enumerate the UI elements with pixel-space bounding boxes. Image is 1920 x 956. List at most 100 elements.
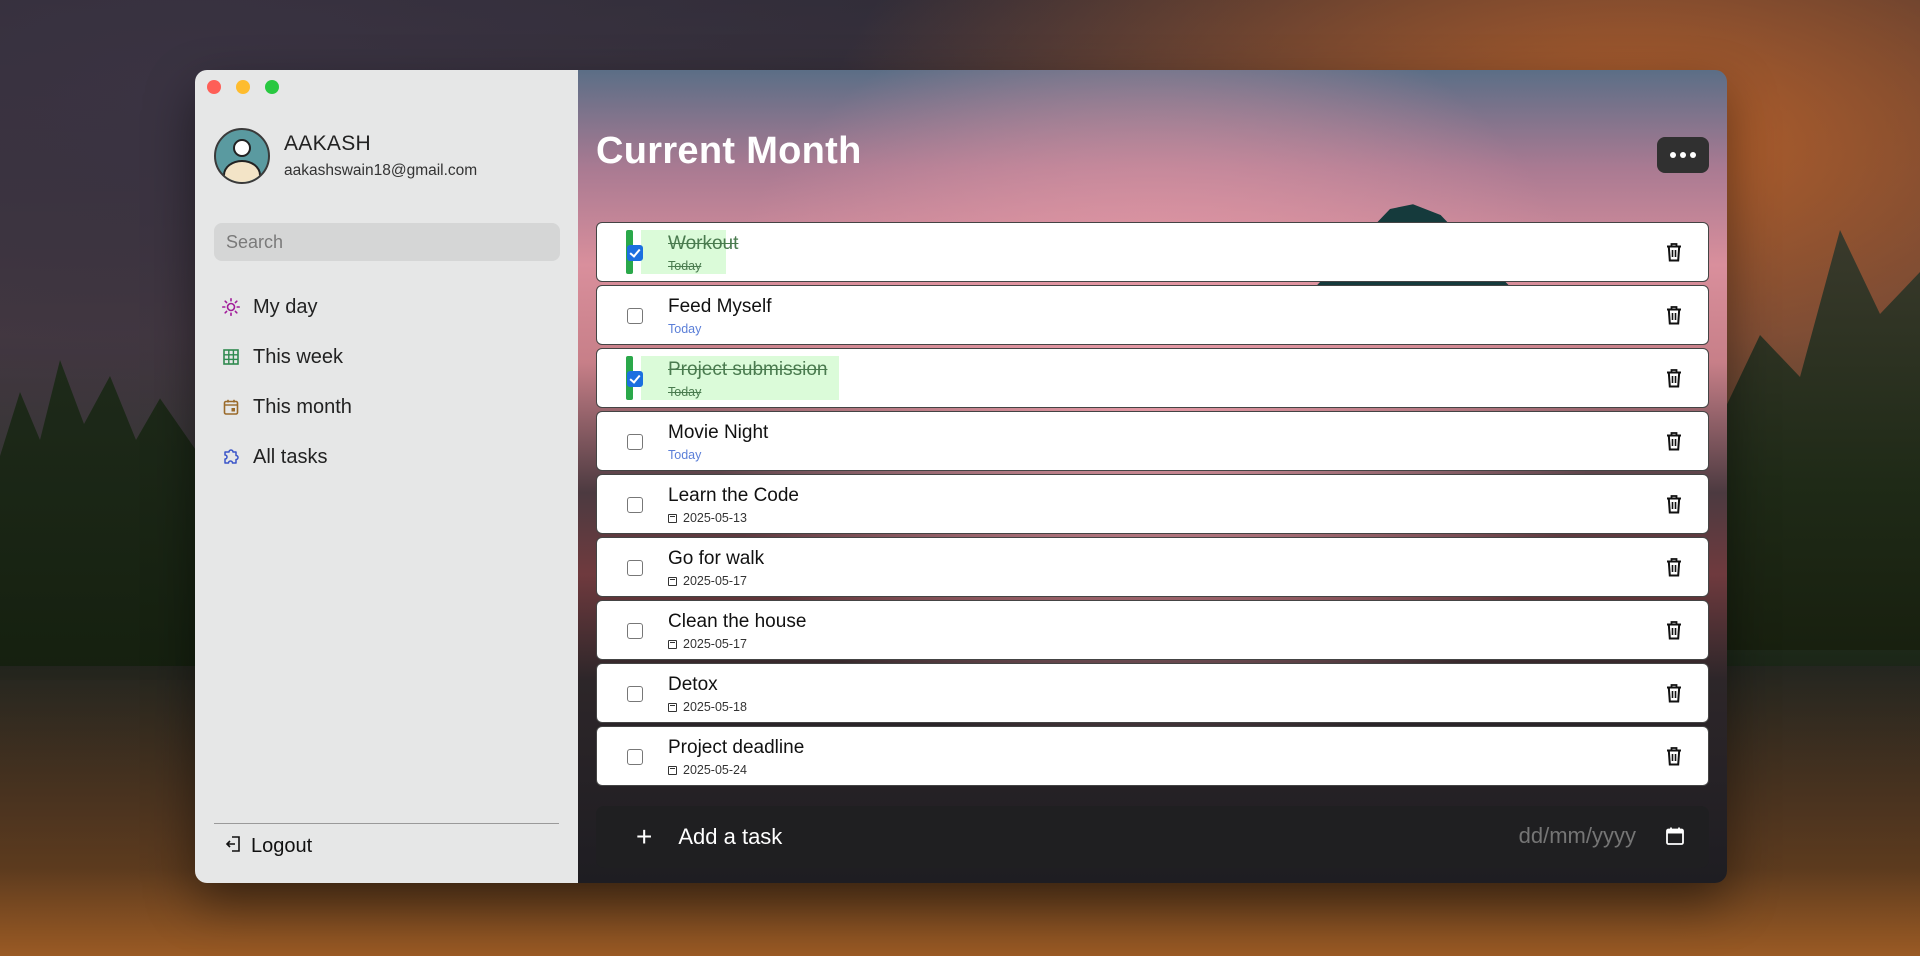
puzzle-icon [221,447,241,467]
task-row[interactable]: Clean the house 2025-05-17 [596,600,1709,660]
sidebar-nav: My day This week This month All tasks [221,282,352,482]
delete-task-trash-icon[interactable] [1665,431,1683,451]
task-due: Today [668,259,701,273]
task-row[interactable]: Detox 2025-05-18 [596,663,1709,723]
add-task-bar: + Add a task [596,806,1709,868]
task-checkbox[interactable] [627,623,643,639]
task-row[interactable]: Learn the Code 2025-05-13 [596,474,1709,534]
profile-email: aakashswain18@gmail.com [284,162,478,179]
task-due: 2025-05-18 [668,700,747,714]
desktop-wallpaper-trees-right [1720,230,1920,650]
task-checkbox[interactable] [627,371,643,387]
calendar-icon [668,639,677,649]
task-checkbox[interactable] [627,434,643,450]
task-due: Today [668,385,701,399]
search-input[interactable] [214,223,560,261]
task-title: Learn the Code [668,485,799,506]
sidebar-item-this-week[interactable]: This week [221,332,352,382]
task-title: Go for walk [668,548,765,569]
task-due: Today [668,322,701,336]
task-due-text: Today [668,259,702,273]
delete-task-trash-icon[interactable] [1665,494,1683,514]
sidebar-item-this-month[interactable]: This month [221,382,352,432]
window-controls [207,80,279,94]
task-checkbox[interactable] [627,308,643,324]
task-row[interactable]: Project deadline 2025-05-24 [596,726,1709,786]
task-checkbox[interactable] [627,560,643,576]
task-title: Clean the house [668,611,807,632]
sidebar-divider [214,823,559,824]
main-panel: Current Month Workout Today Feed Myself Tod… [578,70,1727,883]
page-title: Current Month [596,130,862,172]
task-due: 2025-05-17 [668,637,747,651]
task-due-text: Today [668,385,702,399]
sidebar-item-label: All tasks [253,445,328,468]
sidebar: AAKASH aakashswain18@gmail.com Search My… [195,70,578,883]
sidebar-item-label: This week [253,345,344,368]
delete-task-trash-icon[interactable] [1665,368,1683,388]
task-due-text: 2025-05-17 [683,574,747,588]
logout-icon [225,835,243,858]
calendar-icon [221,397,241,417]
task-title: Project deadline [668,737,805,758]
task-title: Workout [668,233,739,254]
user-profile: AAKASH aakashswain18@gmail.com [214,128,477,184]
sidebar-item-label: This month [253,395,352,418]
grid-icon [221,347,241,367]
delete-task-trash-icon[interactable] [1665,557,1683,577]
task-row[interactable]: Feed Myself Today [596,285,1709,345]
task-due: Today [668,448,701,462]
due-date-input[interactable] [1474,822,1638,850]
more-options-button[interactable] [1657,137,1709,173]
task-due-text: 2025-05-17 [683,637,747,651]
app-window: AAKASH aakashswain18@gmail.com Search My… [195,70,1727,883]
delete-task-trash-icon[interactable] [1665,746,1683,766]
task-checkbox[interactable] [627,497,643,513]
maximize-window-button[interactable] [265,80,279,94]
ellipsis-icon [1670,152,1676,158]
task-due-text: 2025-05-18 [683,700,747,714]
task-due: 2025-05-13 [668,511,747,525]
task-checkbox[interactable] [627,686,643,702]
close-window-button[interactable] [207,80,221,94]
task-due-text: Today [668,448,702,462]
profile-text: AAKASH aakashswain18@gmail.com [284,132,477,180]
delete-task-trash-icon[interactable] [1665,305,1683,325]
task-row[interactable]: Workout Today [596,222,1709,282]
delete-task-trash-icon[interactable] [1665,620,1683,640]
task-due-text: 2025-05-13 [683,511,747,525]
task-due-text: Today [668,322,702,336]
task-due: 2025-05-24 [668,763,747,777]
sun-icon [221,297,241,317]
add-task-plus-icon[interactable]: + [636,823,652,851]
desktop-wallpaper-trees-left [0,360,200,680]
logout-button[interactable]: Logout [225,835,312,858]
task-title: Feed Myself [668,296,772,317]
task-due-text: 2025-05-24 [683,763,747,777]
calendar-icon [668,513,677,523]
task-due: 2025-05-17 [668,574,747,588]
task-checkbox[interactable] [627,245,643,261]
delete-task-trash-icon[interactable] [1665,683,1683,703]
minimize-window-button[interactable] [236,80,250,94]
task-title: Project submission [668,359,828,380]
logout-label: Logout [251,835,313,857]
task-checkbox[interactable] [627,749,643,765]
delete-task-trash-icon[interactable] [1665,242,1683,262]
task-list: Workout Today Feed Myself Today Project subm… [596,222,1709,789]
task-row[interactable]: Movie Night Today [596,411,1709,471]
calendar-icon [668,702,677,712]
calendar-icon [668,765,677,775]
calendar-picker-icon[interactable] [1665,826,1685,846]
task-row[interactable]: Project submission Today [596,348,1709,408]
add-task-input[interactable]: Add a task [678,824,782,850]
user-avatar-icon [214,128,270,184]
calendar-icon [668,576,677,586]
task-row[interactable]: Go for walk 2025-05-17 [596,537,1709,597]
profile-name: AAKASH [284,132,371,155]
sidebar-item-label: My day [253,295,318,318]
sidebar-item-all-tasks[interactable]: All tasks [221,432,352,482]
task-title: Detox [668,674,718,695]
task-title: Movie Night [668,422,769,443]
sidebar-item-my-day[interactable]: My day [221,282,352,332]
